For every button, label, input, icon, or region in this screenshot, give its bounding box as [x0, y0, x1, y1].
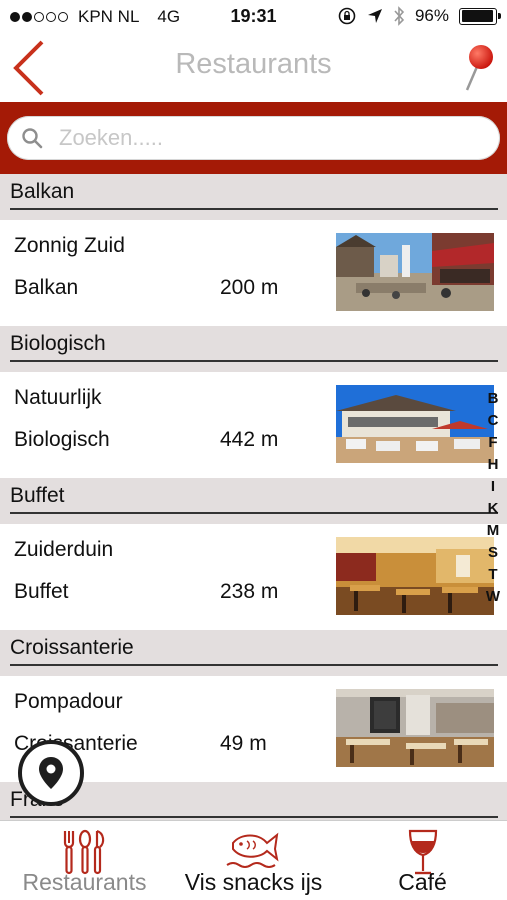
- restaurant-distance: 238 m: [220, 580, 279, 603]
- restaurant-photo: [336, 385, 494, 463]
- index-letter-w[interactable]: W: [486, 586, 500, 608]
- page-title: Restaurants: [175, 48, 332, 80]
- fish-icon: [225, 832, 279, 868]
- index-letter-s[interactable]: S: [488, 542, 498, 564]
- restaurant-name: Pompadour: [14, 690, 123, 713]
- tab-cafe[interactable]: Café: [338, 821, 507, 900]
- restaurant-name: Natuurlijk: [14, 386, 102, 409]
- restaurant-name: Zonnig Zuid: [14, 234, 125, 257]
- restaurant-distance: 49 m: [220, 732, 267, 755]
- section-divider: [10, 664, 498, 666]
- list-item[interactable]: Natuurlijk Biologisch 442 m: [0, 372, 507, 478]
- section-header-label: Balkan: [10, 180, 75, 203]
- restaurant-photo: [336, 537, 494, 615]
- battery-icon: [459, 7, 501, 25]
- location-arrow-icon: [367, 9, 382, 23]
- section-divider: [10, 816, 498, 818]
- tab-restaurants[interactable]: Restaurants: [0, 821, 169, 900]
- index-letter-b[interactable]: B: [488, 388, 499, 410]
- index-letter-h[interactable]: H: [488, 454, 499, 476]
- navigation-bar: Restaurants: [0, 34, 507, 102]
- tab-bar: Restaurants Vis snacks ijs Café: [0, 820, 507, 900]
- location-marker-icon: [39, 757, 63, 789]
- restaurant-category: Buffet: [14, 580, 69, 603]
- section-header: Balkan: [0, 174, 507, 220]
- restaurant-photo: [336, 233, 494, 311]
- restaurant-category: Balkan: [14, 276, 79, 299]
- status-bar: KPN NL 4G 19:31 96%: [0, 0, 507, 34]
- search-input[interactable]: [59, 125, 459, 151]
- index-letter-i[interactable]: I: [491, 476, 495, 498]
- restaurant-category: Biologisch: [14, 428, 110, 451]
- list-item[interactable]: Zonnig Zuid Balkan 200 m: [0, 220, 507, 326]
- tab-vis-snacks-ijs[interactable]: Vis snacks ijs: [169, 821, 338, 900]
- status-right: 96%: [337, 6, 501, 26]
- map-pin-button[interactable]: [457, 42, 495, 94]
- section-divider: [10, 512, 498, 514]
- battery-percent: 96%: [414, 6, 449, 25]
- section-divider: [10, 208, 498, 210]
- restaurant-list[interactable]: Balkan Zonnig Zuid Balkan 200 m Biologis: [0, 174, 507, 820]
- search-bar: [0, 102, 507, 174]
- tab-label: Café: [398, 869, 447, 895]
- map-pin-icon: [465, 45, 493, 91]
- restaurant-distance: 442 m: [220, 428, 279, 451]
- index-letter-m[interactable]: M: [487, 520, 500, 542]
- rotation-lock-icon: [338, 7, 356, 25]
- section-header: Croissanterie: [0, 630, 507, 676]
- restaurant-name: Zuiderduin: [14, 538, 114, 561]
- section-header: Buffet: [0, 478, 507, 524]
- section-header-label: Croissanterie: [10, 636, 134, 659]
- alphabet-index[interactable]: B C F H I K M S T W: [484, 388, 502, 608]
- search-box[interactable]: [7, 116, 500, 160]
- restaurant-distance: 200 m: [220, 276, 279, 299]
- index-letter-f[interactable]: F: [488, 432, 497, 454]
- tab-label: Restaurants: [22, 869, 147, 895]
- search-icon: [22, 128, 43, 149]
- bluetooth-icon: [394, 6, 405, 26]
- tab-label: Vis snacks ijs: [184, 869, 323, 895]
- section-header-label: Biologisch: [10, 332, 106, 355]
- section-divider: [10, 360, 498, 362]
- show-location-button[interactable]: [18, 740, 84, 806]
- section-header: Biologisch: [0, 326, 507, 372]
- list-item[interactable]: Zuiderduin Buffet 238 m: [0, 524, 507, 630]
- restaurant-photo: [336, 689, 494, 767]
- index-letter-c[interactable]: C: [488, 410, 499, 432]
- index-letter-t[interactable]: T: [488, 564, 497, 586]
- index-letter-k[interactable]: K: [488, 498, 499, 520]
- section-header-label: Buffet: [10, 484, 65, 507]
